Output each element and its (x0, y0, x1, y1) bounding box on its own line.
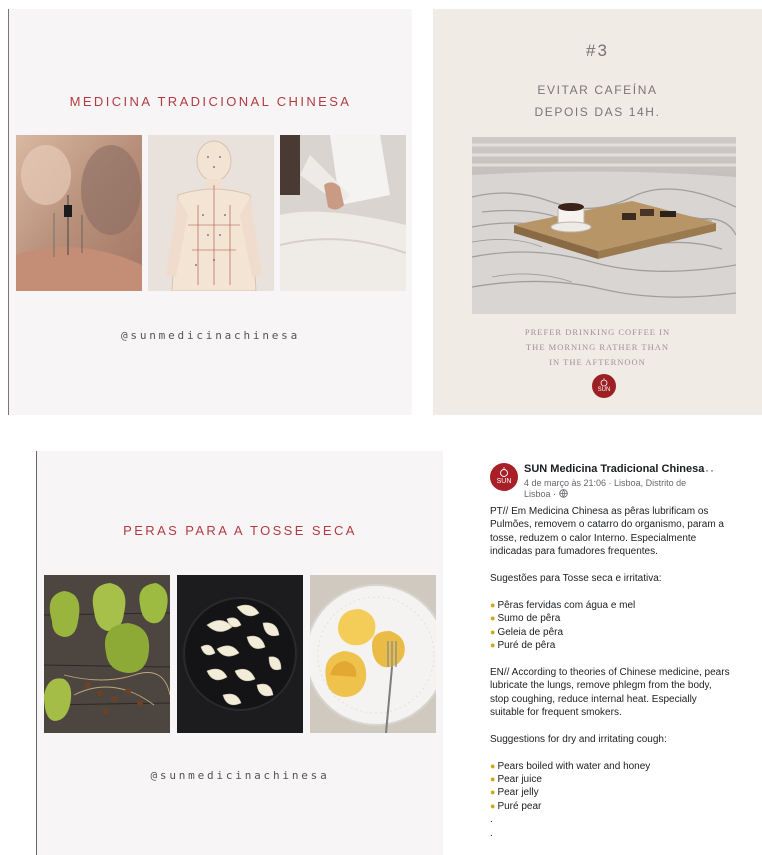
sliced-pears-photo (177, 575, 303, 733)
list-item: ● Pêras fervidas com água e mel (490, 599, 636, 611)
list-item: ● Pears boiled with water and honey (490, 760, 651, 772)
sun-logo: SUN (592, 374, 616, 398)
card-title: MEDICINA TRADICIONAL CHINESA (69, 94, 352, 109)
sun-logo-icon (500, 467, 508, 477)
facebook-post: SUN SUN Medicina Tradicional Chinesa ···… (478, 451, 762, 855)
pear-icon: ● (490, 613, 496, 624)
acupuncture-model-photo (148, 135, 274, 291)
tip-line-2: DEPOIS DAS 14H. (534, 105, 661, 119)
pear-icon: ● (490, 800, 496, 811)
acupuncture-needle-photo (16, 135, 142, 291)
pt-heading: Sugestões para Tosse seca e irritativa: (490, 573, 662, 585)
caption-line-3: IN THE AFTERNOON (549, 357, 646, 367)
en-heading: Suggestions for dry and irritating cough… (490, 733, 667, 745)
pear-icon: ● (490, 774, 496, 785)
globe-icon (558, 489, 568, 498)
list-item: ● Puré de pêra (490, 640, 556, 652)
coffee-tray-photo (472, 137, 736, 314)
post-timestamp-location[interactable]: 4 de março às 21:06 · Lisboa, Distrito d… (524, 478, 686, 499)
en-paragraph: EN// According to theories of Chinese me… (490, 666, 730, 719)
list-item: ● Geleia de pêra (490, 626, 564, 638)
page-name-link[interactable]: SUN Medicina Tradicional Chinesa (524, 463, 704, 475)
pt-paragraph: PT// Em Medicina Chinesa as pêras lubrif… (490, 506, 724, 558)
caption-line-1: PREFER DRINKING COFFEE IN (524, 327, 671, 337)
pear-icon: ● (490, 626, 496, 637)
cooked-pears-photo (310, 575, 436, 733)
list-item: ● Puré pear (490, 800, 542, 812)
page-avatar[interactable]: SUN (490, 463, 518, 491)
sun-logo-icon (600, 378, 608, 387)
pear-icon: ● (490, 787, 496, 798)
caption-line-2: THE MORNING RATHER THAN (525, 342, 670, 352)
tip-card: #3 EVITAR CAFEÍNA DEPOIS DAS 14H. PREFER… (433, 9, 762, 415)
list-item: ● Sumo de pêra (490, 613, 561, 625)
massage-therapy-photo (280, 135, 406, 291)
post-meta: 4 de março às 21:06 · Lisboa, Distrito d… (524, 478, 714, 500)
instagram-handle[interactable]: @sunmedicinachinesa (9, 329, 412, 342)
more-options-icon[interactable]: ··· (700, 463, 715, 477)
list-item: ● Pear juice (490, 774, 542, 786)
post-text: PT// Em Medicina Chinesa as pêras lubrif… (490, 505, 730, 840)
green-pears-photo (44, 575, 170, 733)
pear-icon: ● (490, 760, 496, 771)
instagram-handle[interactable]: @sunmedicinachinesa (37, 769, 443, 782)
tip-line-1: EVITAR CAFEÍNA (537, 83, 658, 97)
pear-icon: ● (490, 640, 496, 651)
mtc-intro-card: MEDICINA TRADICIONAL CHINESA @sunmedicin… (8, 9, 412, 415)
tip-number: #3 (586, 41, 609, 60)
pear-icon: ● (490, 599, 496, 610)
list-item: ● Pear jelly (490, 787, 539, 799)
pears-card: PERAS PARA A TOSSE SECA @sunmedicinachin… (36, 451, 443, 855)
trailing-dot: . (490, 814, 493, 826)
trailing-dot: . (490, 827, 493, 839)
card-title: PERAS PARA A TOSSE SECA (123, 523, 357, 538)
